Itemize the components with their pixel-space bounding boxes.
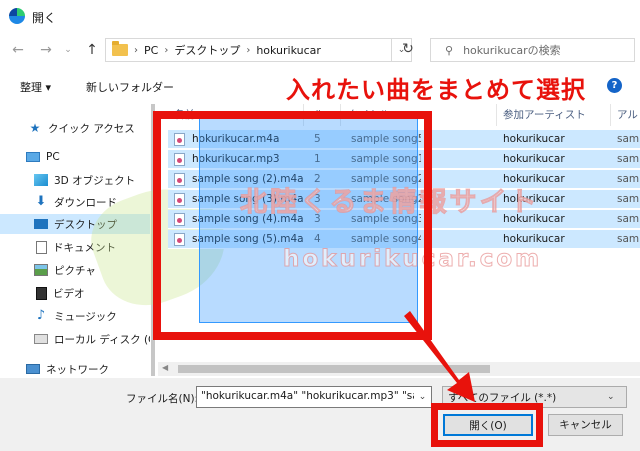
file-type-chevron-icon[interactable]: ⌄ [607,387,615,407]
chevron-right-icon[interactable]: › [246,45,250,56]
filename-history-chevron-icon[interactable]: ⌄ [414,387,431,407]
track-album: sam [617,133,640,145]
track-album: sam [617,153,640,165]
scroll-left-icon[interactable]: ◀ [162,363,168,372]
sidebar-item-quick-access[interactable]: ★ クイック アクセス [0,118,150,138]
filename-input[interactable]: "hokurikucar.m4a" "hokurikucar.mp3" "sam [196,386,432,408]
horizontal-scrollbar[interactable]: ◀ [158,362,640,376]
3d-objects-icon [34,174,48,186]
arrow-left-icon[interactable]: ← [8,40,28,60]
track-album: sam [617,233,640,245]
cancel-button[interactable]: キャンセル [548,414,623,436]
column-header-album[interactable]: アル [617,104,638,126]
sidebar-item-label: ネットワーク [46,363,109,376]
breadcrumb-pc[interactable]: PC [144,44,158,57]
videos-icon [36,286,47,300]
sidebar-item-pc[interactable]: PC [0,147,150,167]
breadcrumb-current[interactable]: hokurikucar [256,44,321,57]
sidebar-item-local-disk[interactable]: ローカル ディスク (C [0,329,150,349]
sidebar-item-label: クイック アクセス [48,122,135,135]
search-box[interactable]: ⚲ hokurikucarの検索 [430,38,635,62]
sidebar-item-label: PC [46,151,60,163]
column-divider[interactable] [496,104,497,126]
navigation-row: ← → ⌄ ↑ › PC › デスクトップ › hokurikucar ⌄ ↻ … [0,36,640,64]
arrow-up-icon[interactable]: ↑ [82,40,102,60]
annotation-highlight-open-button [431,403,543,447]
title-bar: 開く [0,0,640,32]
edge-app-icon [9,8,25,24]
new-folder-button[interactable]: 新しいフォルダー [86,79,174,95]
pc-icon [26,152,40,162]
sidebar-item-label: ローカル ディスク (C [54,333,150,346]
desktop-icon [34,219,48,229]
organize-menu-button[interactable]: 整理 ▾ [20,79,51,95]
track-album: sam [617,213,640,225]
documents-icon [36,240,47,254]
sidebar-item-music[interactable]: ♪ ミュージック [0,306,150,326]
help-icon[interactable]: ? [607,78,622,93]
star-icon: ★ [29,121,41,135]
annotation-headline: 入れたい曲をまとめて選択 [286,76,586,104]
music-icon: ♪ [36,308,46,323]
network-icon [26,364,40,374]
refresh-icon[interactable]: ↻ [395,38,421,62]
column-divider[interactable] [610,104,611,126]
sidebar-item-label: ビデオ [53,287,85,300]
sidebar-item-3d-objects[interactable]: 3D オブジェクト [0,170,150,190]
annotation-highlight-file-selection [153,111,432,340]
column-header-contributing-artist[interactable]: 参加アーティスト [503,104,586,126]
disk-icon [34,334,48,344]
open-file-dialog: 開く ← → ⌄ ↑ › PC › デスクトップ › hokurikucar ⌄… [0,0,640,451]
dialog-title: 開く [32,11,57,25]
folder-icon [112,41,128,56]
track-album: sam [617,173,640,185]
pictures-icon [34,264,48,276]
sidebar-item-label: ミュージック [54,310,117,323]
sidebar-item-network[interactable]: ネットワーク [0,359,150,376]
scrollbar-thumb[interactable] [178,365,490,373]
chevron-right-icon[interactable]: › [134,45,138,56]
search-placeholder: hokurikucarの検索 [463,44,561,57]
filename-label: ファイル名(N): [126,393,199,405]
arrow-right-icon[interactable]: → [36,40,56,60]
track-artist: hokurikucar [503,153,565,165]
download-icon: ⬇ [35,194,47,209]
sort-ascending-icon: ^ [232,100,240,106]
track-artist: hokurikucar [503,233,565,245]
sidebar-item-label: ピクチャ [54,264,96,277]
address-bar[interactable]: › PC › デスクトップ › hokurikucar [105,38,392,62]
sidebar-item-label: 3D オブジェクト [54,174,136,187]
search-icon: ⚲ [445,43,454,57]
chevron-right-icon[interactable]: › [164,45,168,56]
track-artist: hokurikucar [503,133,565,145]
breadcrumb-desktop[interactable]: デスクトップ [174,42,240,58]
chevron-down-icon[interactable]: ⌄ [58,40,78,60]
track-album: sam [617,193,640,205]
